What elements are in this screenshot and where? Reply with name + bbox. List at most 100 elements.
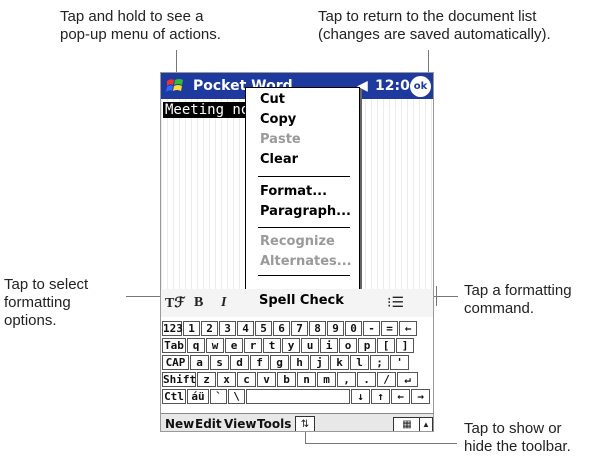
keyboard-key[interactable]: g <box>270 355 289 370</box>
enter-key[interactable]: ↵ <box>397 372 418 387</box>
toolbar-toggle-button[interactable]: ⇅ <box>295 416 315 431</box>
keyboard-key[interactable]: . <box>357 372 376 387</box>
menu-item-cut[interactable]: Cut <box>260 92 285 107</box>
keyboard-key[interactable]: ; <box>370 355 389 370</box>
keyboard-key[interactable]: / <box>377 372 396 387</box>
keyboard-row-2: Tab q w e r t y u i o p [ ] <box>162 338 415 353</box>
keyboard-key[interactable]: 1 <box>183 321 200 336</box>
bold-button[interactable]: B <box>194 295 203 311</box>
keyboard-key[interactable]: , <box>337 372 356 387</box>
keyboard-key[interactable]: \ <box>228 389 245 404</box>
keyboard-key[interactable]: 4 <box>237 321 254 336</box>
menu-item-recognize: Recognize <box>260 234 335 249</box>
keyboard-key[interactable]: 0 <box>345 321 362 336</box>
caps-key[interactable]: CAP <box>162 355 189 370</box>
keyboard-key[interactable]: o <box>339 338 357 353</box>
menu-bar: New Edit View Tools ⇅ ▦ ▲ <box>161 413 433 431</box>
keyboard-key[interactable]: 3 <box>219 321 236 336</box>
space-key[interactable] <box>246 389 350 404</box>
italic-button[interactable]: I <box>221 295 226 311</box>
keyboard-row-3: CAP a s d f g h j k l ; ' <box>162 355 410 370</box>
annotation-toolbar-toggle: Tap to show or hide the toolbar. <box>464 420 571 455</box>
annotation-popup-menu: Tap and hold to see a pop-up menu of act… <box>60 8 221 43</box>
menu-view[interactable]: View <box>224 417 256 431</box>
keyboard-key[interactable]: m <box>317 372 336 387</box>
keyboard-key[interactable]: 123 <box>162 321 183 336</box>
keyboard-key[interactable]: l <box>350 355 369 370</box>
start-menu-icon[interactable] <box>164 75 186 97</box>
keyboard-key[interactable]: w <box>206 338 224 353</box>
keyboard-key[interactable]: v <box>257 372 276 387</box>
keyboard-key[interactable]: = <box>381 321 398 336</box>
soft-keyboard: 123 1 2 3 4 5 6 7 8 9 0 - = ← Tab q w e … <box>161 319 433 413</box>
menu-item-alternates: Alternates... <box>260 254 352 269</box>
keyboard-key[interactable]: 9 <box>327 321 344 336</box>
arrow-left-key[interactable]: ← <box>391 389 410 404</box>
keyboard-key[interactable]: x <box>217 372 236 387</box>
ok-button[interactable]: ok <box>410 76 431 97</box>
bullet-list-icon[interactable]: ⁝☰ <box>387 295 404 312</box>
keyboard-key[interactable]: f <box>250 355 269 370</box>
format-options-icon[interactable]: Tℱ <box>165 295 185 312</box>
keyboard-key[interactable]: k <box>330 355 349 370</box>
keyboard-key[interactable]: n <box>297 372 316 387</box>
menu-tools[interactable]: Tools <box>257 417 291 431</box>
keyboard-key[interactable]: - <box>363 321 380 336</box>
arrow-up-key[interactable]: ↑ <box>371 389 390 404</box>
callout-line <box>176 50 177 74</box>
international-key[interactable]: áü <box>187 389 209 404</box>
popup-menu: Cut Copy Paste Clear Format... Paragraph… <box>245 87 360 291</box>
keyboard-key[interactable]: a <box>190 355 209 370</box>
keyboard-key[interactable]: r <box>244 338 262 353</box>
keyboard-key[interactable]: 7 <box>291 321 308 336</box>
keyboard-key[interactable]: t <box>263 338 281 353</box>
keyboard-key[interactable]: z <box>197 372 216 387</box>
pocketpc-screen: Pocket Word ◀ 12:06 ok Meeting not Cut C… <box>160 72 434 432</box>
keyboard-row-4: Shift z x c v b n m , . / ↵ <box>162 372 419 387</box>
input-selector-arrow-icon[interactable]: ▲ <box>419 417 433 431</box>
keyboard-key[interactable]: y <box>282 338 300 353</box>
keyboard-key[interactable]: u <box>301 338 319 353</box>
backspace-key[interactable]: ← <box>399 321 417 336</box>
keyboard-row-1: 123 1 2 3 4 5 6 7 8 9 0 - = ← <box>162 321 418 336</box>
keyboard-key[interactable]: c <box>237 372 256 387</box>
keyboard-key[interactable]: 5 <box>255 321 272 336</box>
menu-item-clear[interactable]: Clear <box>260 152 298 167</box>
menu-edit[interactable]: Edit <box>195 417 222 431</box>
keyboard-key[interactable]: q <box>187 338 205 353</box>
menu-item-copy[interactable]: Copy <box>260 112 296 127</box>
annotation-ok-button: Tap to return to the document list (chan… <box>318 8 551 43</box>
keyboard-key[interactable]: 2 <box>201 321 218 336</box>
keyboard-row-5: Ctl áü ` \ ↓ ↑ ← → <box>162 389 431 404</box>
keyboard-icon[interactable]: ▦ <box>393 417 421 431</box>
arrow-right-key[interactable]: → <box>411 389 430 404</box>
keyboard-key[interactable]: ` <box>210 389 227 404</box>
shift-key[interactable]: Shift <box>162 372 196 387</box>
keyboard-key[interactable]: p <box>358 338 376 353</box>
menu-item-spell-check[interactable]: Spell Check <box>259 293 344 308</box>
tab-key[interactable]: Tab <box>162 338 186 353</box>
keyboard-key[interactable]: h <box>290 355 309 370</box>
ctrl-key[interactable]: Ctl <box>162 389 186 404</box>
callout-line <box>436 286 437 306</box>
keyboard-key[interactable]: 6 <box>273 321 290 336</box>
keyboard-key[interactable]: ' <box>390 355 409 370</box>
keyboard-key[interactable]: s <box>210 355 229 370</box>
keyboard-key[interactable]: d <box>230 355 249 370</box>
keyboard-key[interactable]: 8 <box>309 321 326 336</box>
callout-line <box>428 50 429 74</box>
menu-separator <box>258 176 350 177</box>
keyboard-key[interactable]: ] <box>396 338 414 353</box>
annotation-format-command: Tap a formatting command. <box>464 282 572 317</box>
annotation-format-options: Tap to select formatting options. <box>4 276 89 329</box>
arrow-down-key[interactable]: ↓ <box>351 389 370 404</box>
keyboard-key[interactable]: e <box>225 338 243 353</box>
menu-new[interactable]: New <box>165 417 194 431</box>
keyboard-key[interactable]: i <box>320 338 338 353</box>
keyboard-key[interactable]: b <box>277 372 296 387</box>
menu-item-format[interactable]: Format... <box>260 184 327 199</box>
keyboard-key[interactable]: j <box>310 355 329 370</box>
keyboard-key[interactable]: [ <box>377 338 395 353</box>
menu-item-paragraph[interactable]: Paragraph... <box>260 204 351 219</box>
menu-separator <box>258 275 350 276</box>
